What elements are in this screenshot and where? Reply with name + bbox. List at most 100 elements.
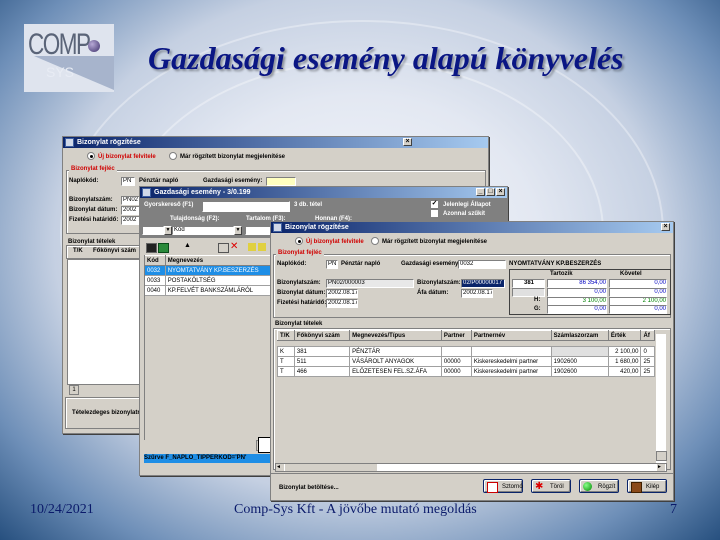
column-fokonyv[interactable]: Főkönyvi szám [93, 248, 136, 254]
bizszam2-field[interactable]: 02/P00000017 [461, 279, 505, 288]
cell-megnevezes: VÁSÁROLT ANYAGOK [349, 356, 442, 367]
table-row[interactable]: K 381 PÉNZTÁR 2 100,00 0 [277, 346, 655, 357]
afa-datum-label: Áfa dátum: [417, 290, 449, 296]
torol-button[interactable]: ✱ Töröl [531, 479, 571, 493]
maximize-button[interactable]: □ [486, 188, 495, 196]
fizhat-field[interactable]: 2002 [121, 216, 141, 225]
kovetel-value: 0,00 [609, 288, 667, 297]
filter-status: Szűrve F_NAPLO_TIPPERKOD='PN' [144, 454, 272, 463]
bizdatum-field[interactable]: 2002.08.17 [326, 289, 358, 298]
minimize-button[interactable]: _ [476, 188, 485, 196]
gazd-esemeny-field[interactable] [266, 177, 296, 186]
gazd-esemeny-field[interactable]: 0032 [458, 260, 506, 269]
column-szamlaszam[interactable]: Számlaszorzam [550, 330, 609, 341]
column-tk[interactable]: T/K [277, 330, 295, 341]
radio-button[interactable] [295, 237, 303, 245]
items-list[interactable] [67, 259, 141, 385]
column-megnevezes[interactable]: Megnevezés/Típus [349, 330, 442, 341]
vertical-scrollbar[interactable] [656, 334, 666, 464]
cell-ertek: 1 680,00 [607, 356, 642, 367]
status-text: Bizonylat betöltése... [279, 485, 339, 491]
checkbox[interactable] [430, 209, 439, 218]
exit-door-icon [631, 482, 642, 493]
bizdatum-label: Bizonylat dátum: [69, 207, 118, 213]
column-ertek[interactable]: Érték [607, 330, 642, 341]
cell-ertek: 420,00 [607, 366, 642, 377]
account-field-empty[interactable] [512, 288, 545, 297]
bizszam-field[interactable]: PN02/000003 [326, 279, 414, 288]
chk-azonnal[interactable]: Azonnal szűkít [430, 209, 485, 218]
fizhat-field[interactable]: 2002.08.17 [326, 299, 358, 308]
horizontal-scrollbar[interactable]: ◄ ► [275, 463, 667, 472]
combo-arrow-icon[interactable]: ▼ [164, 226, 172, 235]
refresh-icon[interactable] [158, 243, 169, 253]
prefix-combo[interactable] [142, 226, 164, 235]
cell-fokonyv: 381 [293, 346, 351, 357]
window-titlebar[interactable]: Bizonylat rögzítése × [63, 137, 488, 148]
column-megnevezes[interactable]: Megnevezés [164, 255, 275, 266]
bizszam-field[interactable]: PN02 [121, 196, 141, 205]
bizdatum-field[interactable]: 2002 [121, 206, 141, 215]
tulajdonsag-combo[interactable]: Kód [172, 226, 234, 235]
table-row[interactable]: 0040 KP.FELVÉT BANKSZÁMLÁRÓL [144, 285, 275, 296]
column-fokonyv[interactable]: Főkönyvi szám [293, 330, 351, 341]
table-row[interactable]: T 511 VÁSÁROLT ANYAGOK 00000 Kiskeresked… [277, 356, 655, 367]
filter-icon[interactable] [248, 243, 256, 251]
column-partner[interactable]: Partner [440, 330, 472, 341]
close-button[interactable]: × [496, 188, 505, 196]
scroll-right-button[interactable]: ► [657, 464, 665, 471]
window-titlebar[interactable]: Bizonylat rögzítése × [271, 222, 673, 233]
radio-new-doc[interactable]: Új bizonylat felvitele [87, 152, 156, 160]
kilep-button[interactable]: Kilép [627, 479, 667, 493]
delete-icon[interactable]: ✕ [230, 241, 238, 252]
radio-button[interactable] [371, 237, 379, 245]
column-partnernev[interactable]: Partnernév [470, 330, 552, 341]
scroll-down-button[interactable] [656, 451, 667, 461]
naplokod-field[interactable]: PN [326, 260, 338, 269]
close-button[interactable]: × [403, 138, 412, 146]
window-titlebar[interactable]: Gazdasági esemény - 3/0.199 _ □ × [140, 187, 507, 198]
cell-ertek: 2 100,00 [607, 346, 642, 357]
radio-new-doc[interactable]: Új bizonylat felvitele [295, 237, 364, 245]
summary-panel: Tartozik Követel 381 86 354,00 0,00 0,00… [509, 269, 671, 315]
radio-button[interactable] [87, 152, 95, 160]
cell-partnernev [470, 346, 552, 357]
rogzit-button[interactable]: Rögzít [579, 479, 619, 493]
radio-label: Már rögzített bizonylat megjelenítése [382, 238, 488, 245]
radio-existing-doc[interactable]: Már rögzített bizonylat megjelenítése [371, 237, 487, 245]
company-logo: COMP SYS [24, 24, 114, 92]
gyorskereso-input[interactable] [202, 201, 290, 212]
combo-arrow-icon[interactable]: ▼ [234, 226, 242, 235]
table-row[interactable]: T 466 ELŐZETESEN FEL.SZ.ÁFA 00000 Kisker… [277, 366, 655, 377]
scroll-left-button[interactable]: ◄ [276, 464, 284, 471]
close-button[interactable]: × [661, 223, 670, 231]
sztorno-button[interactable]: Sztornó [483, 479, 523, 493]
scroll-thumb[interactable] [285, 464, 377, 471]
column-tk[interactable]: T/K [73, 248, 83, 254]
radio-label: Új bizonylat felvitele [98, 153, 156, 160]
items-group-label: Bizonylat tételek [275, 321, 323, 327]
cell-megnevezes: POSTAKÖLTSÉG [164, 275, 275, 286]
column-kod[interactable]: Kód [144, 255, 166, 266]
group-label: Bizonylat fejléc [69, 166, 117, 172]
slide-title: Gazdasági esemény alapú könyvelés [148, 40, 624, 76]
checkbox-checked[interactable]: ✓ [430, 200, 439, 209]
page-indicator[interactable]: 1 [69, 385, 79, 395]
chk-jelenlegi[interactable]: ✓ Jelenlegi Állapot [430, 200, 491, 209]
radio-label: Már rögzített bizonylat megjelenítése [180, 153, 286, 160]
table-row[interactable]: 0032 NYOMTATVÁNY KP.BESZERZÉS [144, 265, 275, 276]
radio-existing-doc[interactable]: Már rögzített bizonylat megjelenítése [169, 152, 285, 160]
table-row[interactable]: 0033 POSTAKÖLTSÉG [144, 275, 275, 286]
radio-button[interactable] [169, 152, 177, 160]
naplokod-field[interactable]: PN [121, 177, 135, 186]
column-af[interactable]: Áf [640, 330, 655, 341]
sort-icon[interactable]: ▲ [184, 242, 191, 249]
delete-icon: ✱ [535, 481, 544, 492]
afa-datum-field[interactable]: 2002.08.17 [461, 289, 493, 298]
account-field[interactable]: 381 [512, 279, 545, 288]
edit-icon[interactable] [218, 243, 229, 253]
filter-clear-icon[interactable] [258, 243, 266, 251]
naplo-name: Pénztár napló [341, 261, 381, 267]
app-icon [142, 188, 151, 197]
copy-icon[interactable] [146, 243, 157, 253]
